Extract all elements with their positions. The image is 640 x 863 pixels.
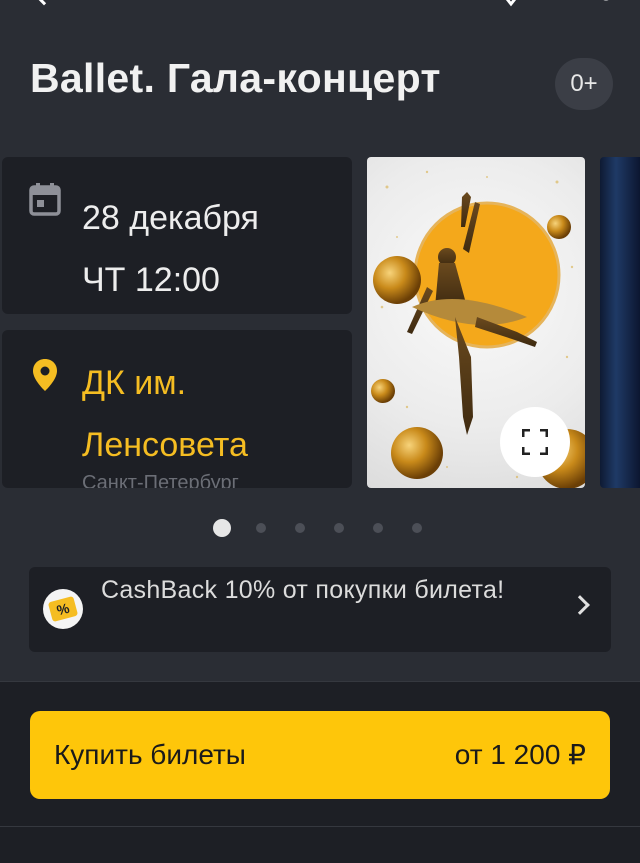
- buy-tickets-label: Купить билеты: [54, 739, 246, 770]
- fullscreen-icon: [522, 429, 548, 455]
- pagination-dot-4[interactable]: [334, 523, 344, 533]
- gallery-pagination: [0, 519, 640, 537]
- event-header: Ballet. Гала-концерт 0+: [30, 52, 613, 110]
- venue-address: Санкт-Петербург: [82, 472, 239, 488]
- chevron-left-icon[interactable]: [32, 0, 56, 6]
- heart-icon[interactable]: [496, 0, 526, 10]
- buy-tickets-button[interactable]: Купить билеты от 1 200 ₽: [30, 711, 610, 799]
- event-title: Ballet. Гала-концерт: [30, 55, 441, 101]
- cashback-badge: %: [47, 595, 79, 623]
- cashback-text: CashBack 10% от покупки билета!: [101, 576, 505, 604]
- calendar-icon: [29, 183, 61, 216]
- pagination-dot-6[interactable]: [412, 523, 422, 533]
- ticket-percent-icon: %: [43, 589, 83, 629]
- event-date: 28 декабря: [82, 199, 259, 237]
- date-card[interactable]: 28 декабря ЧТ 12:00: [2, 157, 352, 314]
- pagination-dot-5[interactable]: [373, 523, 383, 533]
- pagination-dot-1[interactable]: [213, 519, 231, 537]
- divider: [0, 826, 640, 827]
- ticket-price: от 1 200 ₽: [454, 739, 586, 770]
- age-rating-badge: 0+: [555, 58, 613, 110]
- pagination-dot-2[interactable]: [256, 523, 266, 533]
- location-card[interactable]: ДК им. Ленсовета Санкт-Петербург: [2, 330, 352, 488]
- fullscreen-button[interactable]: [500, 407, 570, 477]
- gallery-image-stage-photo[interactable]: [600, 157, 640, 488]
- share-icon[interactable]: [590, 0, 616, 10]
- venue-name-line1: ДК им.: [82, 364, 187, 402]
- cashback-banner[interactable]: % CashBack 10% от покупки билета!: [29, 567, 611, 652]
- map-pin-icon: [33, 359, 57, 391]
- venue-name-line2: Ленсовета: [82, 426, 248, 464]
- chevron-right-icon: [570, 595, 590, 615]
- event-time: ЧТ 12:00: [82, 261, 220, 299]
- pagination-dot-3[interactable]: [295, 523, 305, 533]
- top-bar: [0, 0, 640, 20]
